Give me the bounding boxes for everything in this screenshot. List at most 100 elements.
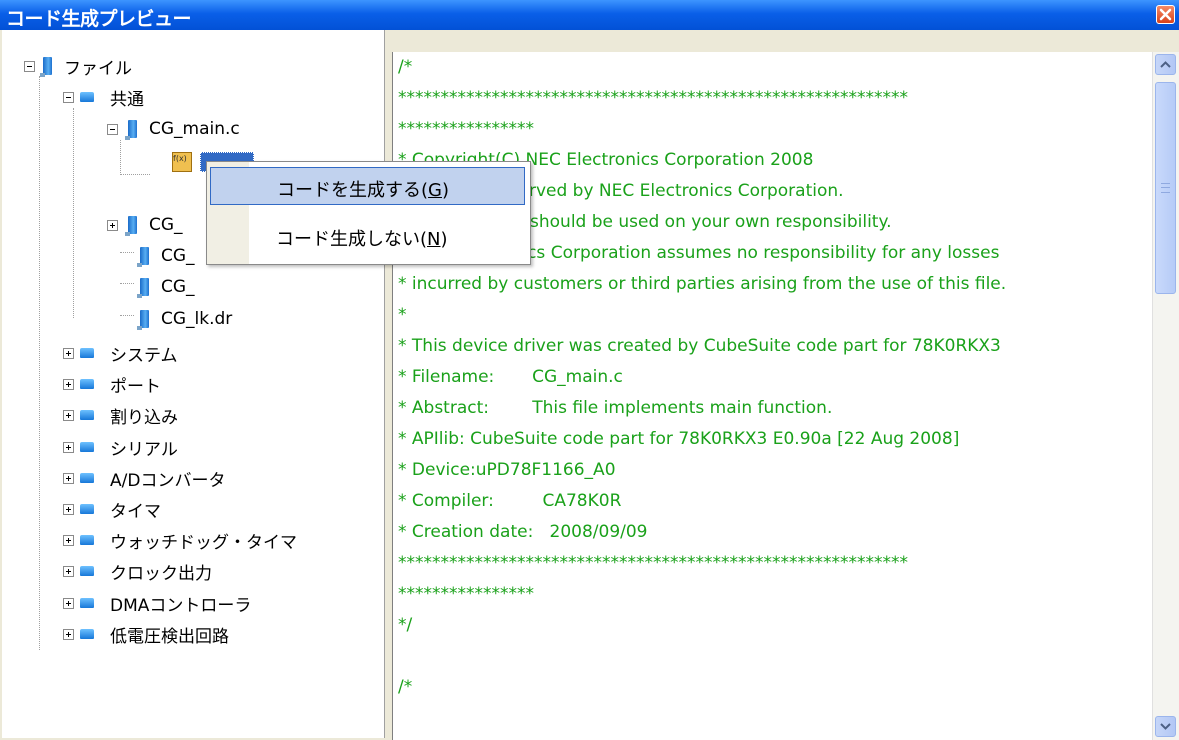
menu-item-text: コードを生成する( xyxy=(277,180,429,201)
file-icon xyxy=(125,216,137,236)
grip-icon xyxy=(1161,183,1170,193)
tree-node-file[interactable]: CG_lk.dr xyxy=(137,305,233,333)
tree-node-category[interactable]: 割り込み xyxy=(63,401,178,429)
tree-node-file[interactable]: CG_ xyxy=(137,242,195,270)
tree-node-file[interactable]: CG_ xyxy=(107,211,183,239)
code-line: * Device:uPD78F1166_A0 xyxy=(398,460,616,480)
code-line: /* xyxy=(398,57,413,77)
tree-node-label: ウォッチドッグ・タイマ xyxy=(110,532,297,553)
tree-guide-line xyxy=(120,252,134,254)
tree-node-label: 割り込み xyxy=(110,407,178,428)
folder-icon xyxy=(80,410,94,420)
window-title: コード生成プレビュー xyxy=(6,8,192,30)
code-text[interactable]: /* *************************************… xyxy=(398,52,1150,703)
tree-node-category[interactable]: A/Dコンバータ xyxy=(63,464,225,492)
folder-icon xyxy=(80,535,94,545)
code-line: /* xyxy=(398,677,413,697)
collapse-icon[interactable] xyxy=(24,60,35,72)
menu-item-text-tail: ) xyxy=(440,229,448,250)
tree-node-category[interactable]: クロック出力 xyxy=(63,557,212,585)
expand-icon[interactable] xyxy=(63,565,74,577)
menu-item-text: コード生成しない( xyxy=(276,229,428,250)
tree-node-label: クロック出力 xyxy=(110,563,212,584)
tree-node-label: DMAコントローラ xyxy=(110,595,252,616)
folder-icon xyxy=(80,566,94,576)
code-line: * Filename: CG_main.c xyxy=(398,367,623,387)
close-button[interactable] xyxy=(1156,5,1175,24)
title-bar: コード生成プレビュー xyxy=(0,0,1179,30)
code-line: **************** xyxy=(398,584,534,604)
code-line: * xyxy=(398,305,407,325)
pane-splitter[interactable] xyxy=(385,30,392,740)
folder-icon xyxy=(80,442,94,452)
code-line: * Creation date: 2008/09/09 xyxy=(398,522,648,542)
expand-icon[interactable] xyxy=(63,534,74,546)
expand-icon[interactable] xyxy=(63,409,74,421)
tree-node-files[interactable]: ファイル xyxy=(24,52,132,80)
menu-item-text-tail: ) xyxy=(441,180,450,201)
function-icon xyxy=(172,152,192,172)
tree-guide-line xyxy=(39,76,41,650)
expand-icon[interactable] xyxy=(63,441,74,453)
menu-item-no-generate[interactable]: コード生成しない(N) xyxy=(210,217,525,255)
expand-icon[interactable] xyxy=(63,628,74,640)
scroll-up-button[interactable] xyxy=(1155,54,1176,75)
vertical-scrollbar[interactable] xyxy=(1152,52,1179,740)
menu-item-accelerator: N xyxy=(427,229,441,250)
tree-guide-line xyxy=(120,174,150,176)
code-line: **************** xyxy=(398,119,534,139)
collapse-icon[interactable] xyxy=(107,123,118,135)
folder-icon xyxy=(80,629,94,639)
tree-node-category[interactable]: ポート xyxy=(63,370,161,398)
code-line: ****************************************… xyxy=(398,88,908,108)
tree-node-label: システム xyxy=(110,345,178,366)
folder-icon xyxy=(80,473,94,483)
tree-guide-line xyxy=(73,108,75,318)
expand-icon[interactable] xyxy=(107,219,118,231)
menu-item-accelerator: G xyxy=(428,180,442,201)
folder-icon xyxy=(80,504,94,514)
scroll-thumb[interactable] xyxy=(1155,82,1176,294)
tree-node-file[interactable]: CG_ xyxy=(137,273,195,301)
file-icon xyxy=(137,278,149,298)
tree-node-category[interactable]: システム xyxy=(63,339,178,367)
tree-node-category[interactable]: DMAコントローラ xyxy=(63,589,251,617)
expand-icon[interactable] xyxy=(63,347,74,359)
tree-node-category[interactable]: 低電圧検出回路 xyxy=(63,620,229,648)
folder-icon xyxy=(80,379,94,389)
file-tree-pane[interactable]: ファイル 共通 CG_main.c CG_ CG_ CG_ CG_lk.dr シ… xyxy=(2,30,385,738)
context-menu: コードを生成する(G) コード生成しない(N) xyxy=(206,161,531,265)
tree-node-label: CG_ xyxy=(149,215,183,235)
expand-icon[interactable] xyxy=(63,472,74,484)
folder-icon xyxy=(80,598,94,608)
expand-icon[interactable] xyxy=(63,503,74,515)
code-line: * Compiler: CA78K0R xyxy=(398,491,622,511)
tree-node-label: CG_main.c xyxy=(149,119,240,139)
code-line: * APIlib: CubeSuite code part for 78K0RK… xyxy=(398,429,960,449)
tree-node-label: 低電圧検出回路 xyxy=(110,626,229,647)
arrow-up-icon xyxy=(1160,61,1171,68)
tree-node-common[interactable]: 共通 xyxy=(63,83,144,111)
menu-item-label: コード生成しない(N) xyxy=(276,225,448,251)
tree-node-label: A/Dコンバータ xyxy=(110,470,226,491)
tree-guide-line xyxy=(120,315,134,317)
arrow-down-icon xyxy=(1160,723,1171,730)
tree-node-label: 共通 xyxy=(110,89,144,110)
code-line: * incurred by customers or third parties… xyxy=(398,274,1007,294)
menu-item-generate-code[interactable]: コードを生成する(G) xyxy=(210,167,525,205)
menu-item-label: コードを生成する(G) xyxy=(277,176,449,202)
tree-node-category[interactable]: ウォッチドッグ・タイマ xyxy=(63,526,297,554)
tree-node-label: シリアル xyxy=(110,439,178,460)
expand-icon[interactable] xyxy=(63,597,74,609)
tree-node-main-file[interactable]: CG_main.c xyxy=(107,115,240,143)
tree-node-label: CG_ xyxy=(161,277,195,297)
code-pane-header xyxy=(392,30,1179,52)
tree-guide-line xyxy=(120,140,122,175)
tree-node-category[interactable]: シリアル xyxy=(63,433,178,461)
scroll-down-button[interactable] xyxy=(1155,716,1176,737)
tree-node-label: タイマ xyxy=(110,501,161,522)
collapse-icon[interactable] xyxy=(63,91,74,103)
expand-icon[interactable] xyxy=(63,378,74,390)
tree-node-category[interactable]: タイマ xyxy=(63,495,161,523)
tree-node-label: CG_lk.dr xyxy=(161,309,233,329)
